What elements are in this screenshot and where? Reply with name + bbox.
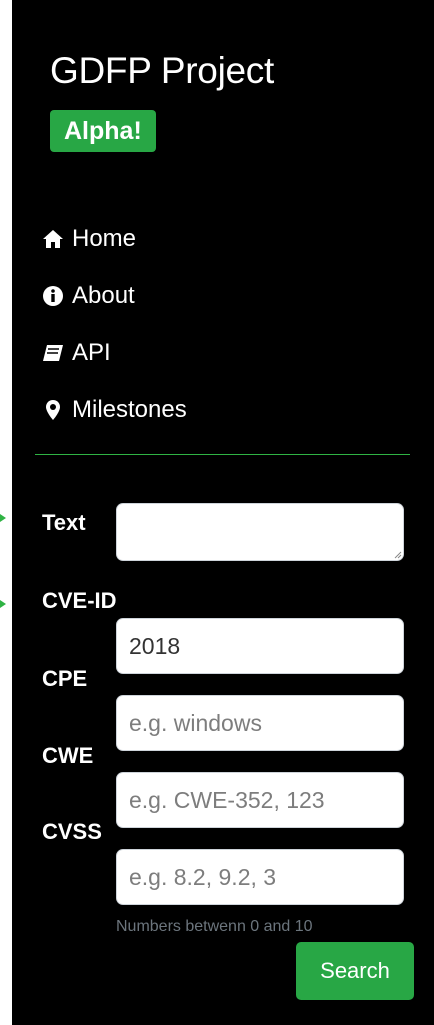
alpha-badge: Alpha! <box>50 110 156 152</box>
brand-title: GDFP Project <box>50 50 274 91</box>
cpe-label: CPE <box>42 666 88 691</box>
text-input-wrap <box>116 503 404 561</box>
book-icon <box>42 342 64 364</box>
nav-item-milestones[interactable]: Milestones <box>42 381 187 438</box>
nav-menu: Home About API Milestones <box>42 210 187 438</box>
map-marker-icon <box>42 399 64 421</box>
info-circle-icon <box>42 285 64 307</box>
resize-grip-icon[interactable] <box>392 549 402 559</box>
cwe-label: CWE <box>42 743 94 768</box>
text-label: Text <box>42 510 86 535</box>
cpe-input[interactable] <box>116 695 404 751</box>
nav-item-api[interactable]: API <box>42 324 187 381</box>
nav-item-label: Milestones <box>72 395 187 423</box>
search-button[interactable]: Search <box>296 942 414 1000</box>
cvss-hint: Numbers betwenn 0 and 10 <box>116 918 313 935</box>
home-icon <box>42 228 64 250</box>
edge-marker-icon <box>0 514 6 522</box>
edge-marker-icon <box>0 600 6 608</box>
nav-item-home[interactable]: Home <box>42 210 187 267</box>
nav-item-label: API <box>72 338 111 366</box>
nav-item-label: Home <box>72 224 137 252</box>
nav-item-about[interactable]: About <box>42 267 187 324</box>
cvss-input[interactable] <box>116 849 404 905</box>
cvss-label: CVSS <box>42 819 102 844</box>
sidebar: GDFP Project Alpha! Home About API Miles… <box>12 0 434 1025</box>
cwe-input[interactable] <box>116 772 404 828</box>
text-input[interactable] <box>116 503 404 561</box>
cve-id-input[interactable] <box>116 618 404 674</box>
divider <box>35 454 410 455</box>
cve-id-label: CVE-ID <box>42 588 117 613</box>
nav-item-label: About <box>72 281 135 309</box>
